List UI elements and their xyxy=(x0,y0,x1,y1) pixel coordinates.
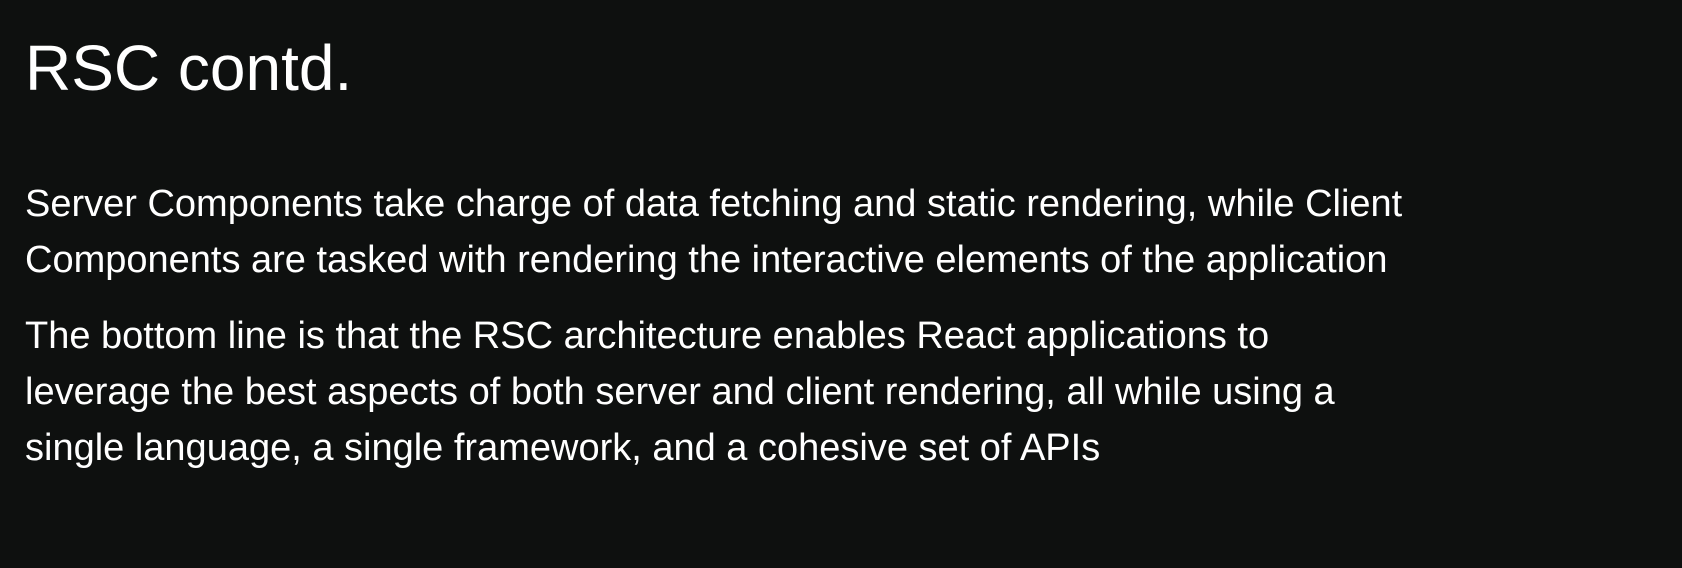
paragraph-server-client-components: Server Components take charge of data fe… xyxy=(25,176,1645,288)
paragraph-line: leverage the best aspects of both server… xyxy=(25,371,1335,413)
paragraph-line: single language, a single framework, and… xyxy=(25,427,1101,469)
paragraph-bottom-line: The bottom line is that the RSC architec… xyxy=(25,308,1645,476)
slide: RSC contd. Server Components take charge… xyxy=(0,0,1682,568)
paragraph-line: Components are tasked with rendering the… xyxy=(25,239,1388,281)
paragraph-line: The bottom line is that the RSC architec… xyxy=(25,315,1270,357)
paragraph-line: Server Components take charge of data fe… xyxy=(25,183,1403,225)
slide-title: RSC contd. xyxy=(25,32,353,104)
